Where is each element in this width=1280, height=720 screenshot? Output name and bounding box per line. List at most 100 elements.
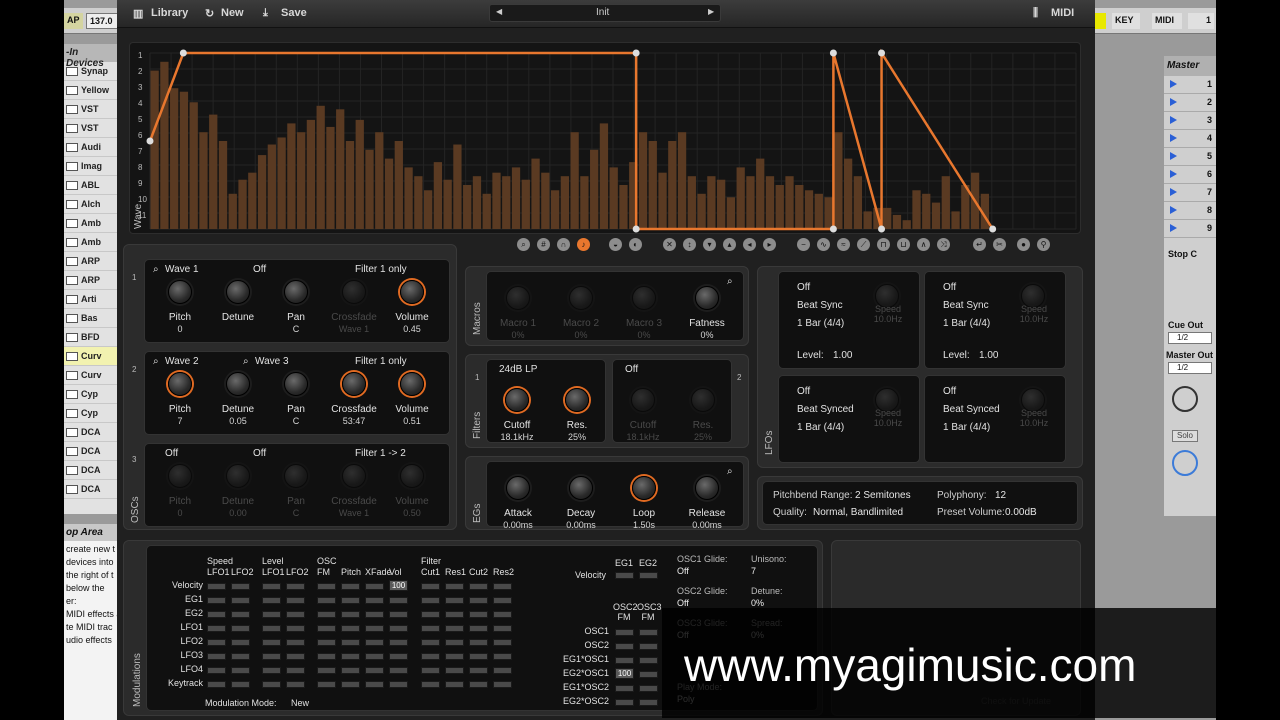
updown-icon[interactable]: ↕ [683, 238, 696, 251]
lfo3-mode[interactable]: Off [797, 386, 810, 397]
wave-bar[interactable] [834, 132, 843, 229]
wave-bar[interactable] [765, 176, 775, 229]
record-icon[interactable]: ● [1017, 238, 1030, 251]
mod-cell[interactable] [421, 639, 440, 646]
wave-bar[interactable] [717, 179, 726, 229]
shape-sine-icon[interactable]: ∿ [817, 238, 830, 251]
grid-icon[interactable]: # [537, 238, 550, 251]
loop-icon[interactable]: ∩ [557, 238, 570, 251]
mod-cell[interactable] [231, 597, 250, 604]
cue-out-select[interactable]: 1/2 [1168, 332, 1212, 344]
wave-bar[interactable] [472, 176, 482, 229]
master-out-select[interactable]: 1/2 [1168, 362, 1212, 374]
shape-saw-icon[interactable]: ⟋ [857, 238, 870, 251]
wave-bar[interactable] [619, 185, 628, 229]
shape-step-icon[interactable]: ⊔ [897, 238, 910, 251]
wave-bar[interactable] [492, 172, 501, 229]
wave-bar[interactable] [902, 220, 911, 229]
mod-cell[interactable] [207, 681, 226, 688]
mod-cell[interactable] [207, 639, 226, 646]
detune-value[interactable]: 0% [751, 598, 764, 608]
mod-cell[interactable] [317, 639, 336, 646]
mod-cell[interactable] [493, 667, 512, 674]
mod-cell[interactable] [639, 657, 658, 664]
wave-bar[interactable] [863, 211, 872, 229]
wave-bar[interactable] [531, 158, 540, 229]
filter2-res-knob[interactable] [691, 388, 715, 412]
osc2-search-icon[interactable]: ⌕ [153, 356, 159, 367]
wave-bar[interactable] [384, 158, 394, 229]
mod-cell[interactable] [286, 625, 305, 632]
osc1-route[interactable]: Filter 1 only [355, 264, 407, 275]
mod-cell[interactable] [615, 572, 634, 579]
mod-cell[interactable] [389, 681, 408, 688]
wave-bar[interactable] [951, 211, 960, 229]
wave-bar[interactable] [814, 193, 823, 229]
wave-bar[interactable] [687, 176, 696, 229]
egs-search-icon[interactable]: ⌕ [727, 466, 733, 477]
browser-item[interactable]: Synap [64, 62, 120, 81]
mod-cell[interactable] [445, 611, 464, 618]
mod-cell[interactable] [421, 611, 440, 618]
mod-cell[interactable] [231, 611, 250, 618]
osc1-pitch-knob[interactable] [168, 280, 192, 304]
envelope-node[interactable] [632, 225, 640, 233]
wave-display[interactable] [130, 43, 1082, 235]
browser-item[interactable]: DCA [64, 442, 120, 461]
lfo1-level-value[interactable]: 1.00 [833, 350, 852, 361]
cross-icon[interactable]: ✕ [663, 238, 676, 251]
wave-bar[interactable] [443, 179, 452, 229]
envelope-node[interactable] [146, 137, 154, 145]
mod-cell[interactable] [469, 639, 488, 646]
envelope-node[interactable] [179, 49, 187, 57]
wave-bar[interactable] [179, 91, 189, 229]
unison-value[interactable]: 7 [751, 566, 756, 576]
wave-bar[interactable] [922, 193, 931, 229]
wave-bar[interactable] [375, 132, 384, 229]
mod-cell[interactable] [341, 681, 360, 688]
library-button[interactable]: Library [151, 7, 188, 19]
shape-wave-icon[interactable]: ≈ [837, 238, 850, 251]
mod-cell[interactable] [389, 611, 408, 618]
wave-bar[interactable] [414, 176, 423, 229]
mod-cell[interactable] [317, 583, 336, 590]
preset-selector[interactable]: ◀ Init ▶ [489, 4, 721, 22]
mod-cell[interactable] [207, 583, 226, 590]
wave-bar[interactable] [257, 155, 267, 229]
osc2-volume-knob[interactable] [400, 372, 424, 396]
eg-loop-knob[interactable] [632, 476, 656, 500]
wave-bar[interactable] [355, 119, 364, 229]
browser-item[interactable]: Audi [64, 138, 120, 157]
wave-bar[interactable] [804, 190, 814, 229]
browser-item[interactable]: Alch [64, 195, 120, 214]
wave-bar[interactable] [297, 132, 306, 229]
wave-bar[interactable] [824, 197, 833, 229]
zoom-icon[interactable]: ⌕ [517, 238, 530, 251]
mod-cell[interactable] [615, 629, 634, 636]
eg-decay-knob[interactable] [569, 476, 593, 500]
mod-cell[interactable] [389, 597, 408, 604]
wave-bar[interactable] [795, 185, 804, 229]
note-icon[interactable]: ♪ [577, 238, 590, 251]
mod-cell[interactable] [365, 597, 384, 604]
wave-bar[interactable] [248, 172, 257, 229]
wave-bar[interactable] [746, 176, 755, 229]
mod-cell[interactable] [445, 653, 464, 660]
wave-bar[interactable] [775, 185, 784, 229]
mic-icon[interactable]: ⚲ [1037, 238, 1050, 251]
mod-cell[interactable] [262, 583, 281, 590]
mod-cell[interactable] [469, 625, 488, 632]
new-button[interactable]: New [221, 7, 244, 19]
wave-bar[interactable] [941, 176, 950, 229]
browser-item[interactable]: Amb [64, 214, 120, 233]
wave-bar[interactable] [560, 176, 569, 229]
browser-item[interactable]: Imag [64, 157, 120, 176]
wave-bar[interactable] [306, 119, 316, 229]
mod-cell[interactable] [341, 667, 360, 674]
mod-cell[interactable] [445, 597, 464, 604]
wave-bar[interactable] [697, 193, 706, 229]
mod-cell[interactable] [469, 583, 488, 590]
wave-bar[interactable] [658, 172, 667, 229]
wave-bar[interactable] [590, 149, 599, 229]
mod-cell[interactable] [421, 681, 440, 688]
